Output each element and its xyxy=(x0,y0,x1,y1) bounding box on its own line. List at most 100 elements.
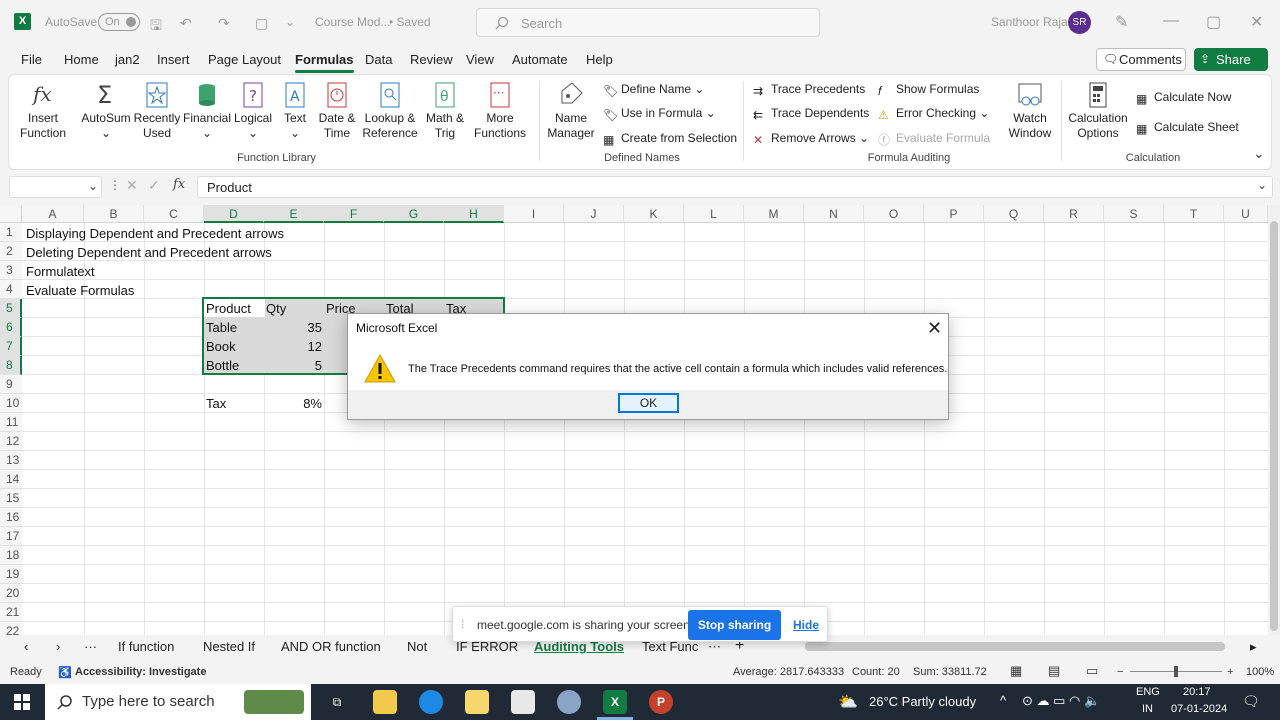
close-icon[interactable]: ✕ xyxy=(927,318,942,339)
windows-start-icon[interactable] xyxy=(14,694,30,710)
row-header[interactable]: 10 xyxy=(0,394,22,413)
more-options-icon[interactable]: ⋮ xyxy=(109,178,121,192)
minimize-icon[interactable]: — xyxy=(1163,12,1179,30)
date-time-button[interactable]: Date & Time xyxy=(315,81,359,141)
spreadsheet-grid[interactable]: ABCDEFGHIJKLMNOPQRSTU 1 2 3 4 5 6 7 8 9 10 11 12 13 1… xyxy=(0,205,1268,635)
formula-input[interactable]: Product xyxy=(197,176,1273,198)
cell-a3[interactable]: Formulatext xyxy=(26,262,95,281)
app-icon[interactable] xyxy=(557,690,581,714)
column-header[interactable]: R xyxy=(1044,205,1104,223)
lookup-reference-button[interactable]: Lookup & Reference xyxy=(359,81,421,141)
zoom-slider-thumb[interactable] xyxy=(1174,666,1178,677)
share-button[interactable]: ⇪ Share xyxy=(1194,48,1268,71)
accessibility-status[interactable]: Accessibility: Investigate xyxy=(75,666,206,678)
logical-button[interactable]: ? Logical ⌄ xyxy=(232,81,274,141)
restore-icon[interactable]: ▢ xyxy=(1206,12,1221,32)
menu-review[interactable]: Review xyxy=(410,52,453,67)
text-button[interactable]: A Text ⌄ xyxy=(277,81,313,141)
calculation-options-button[interactable]: Calculation Options xyxy=(1067,81,1129,141)
row-header[interactable]: 2 xyxy=(0,242,22,261)
row-header[interactable]: 12 xyxy=(0,432,22,451)
sheet-tab-if-function[interactable]: If function xyxy=(118,639,174,654)
column-header[interactable]: O xyxy=(864,205,924,223)
expand-formula-icon[interactable]: ⌄ xyxy=(1257,178,1267,192)
calculate-sheet-button[interactable]: ▦ Calculate Sheet xyxy=(1136,118,1239,136)
avatar[interactable]: SR xyxy=(1068,11,1091,34)
column-header[interactable]: L xyxy=(684,205,744,223)
row-header[interactable]: 21 xyxy=(0,603,22,622)
undo-icon[interactable]: ↶ xyxy=(180,15,192,32)
autosum-button[interactable]: Σ AutoSum ⌄ xyxy=(79,81,133,141)
select-all-corner[interactable] xyxy=(0,205,22,223)
evaluate-formula-button[interactable]: ⓕ Evaluate Formula xyxy=(878,129,990,147)
cancel-icon[interactable]: ✕ xyxy=(126,177,138,194)
row-header[interactable]: 20 xyxy=(0,584,22,603)
row-header[interactable]: 16 xyxy=(0,508,22,527)
menu-insert[interactable]: Insert xyxy=(157,52,190,67)
trace-precedents-button[interactable]: ⇉ Trace Precedents xyxy=(753,80,865,98)
menu-data[interactable]: Data xyxy=(365,52,392,67)
snipping-tool-icon[interactable] xyxy=(511,690,535,714)
next-sheet-icon[interactable]: › xyxy=(56,639,60,654)
row-header[interactable]: 1 xyxy=(0,223,22,242)
redo-icon[interactable]: ↷ xyxy=(218,15,230,32)
row-header[interactable]: 9 xyxy=(0,375,22,394)
column-header[interactable]: K xyxy=(624,205,684,223)
edge-icon[interactable] xyxy=(419,690,443,714)
column-header[interactable]: B xyxy=(84,205,144,223)
qat-customize-icon[interactable]: ⌄ xyxy=(285,15,295,29)
cell-qty[interactable]: 35 xyxy=(265,318,322,337)
trace-dependents-button[interactable]: ⇇ Trace Dependents xyxy=(753,104,869,122)
row-header[interactable]: 13 xyxy=(0,451,22,470)
pen-icon[interactable]: ✎ xyxy=(1115,12,1128,32)
column-header[interactable]: Q xyxy=(984,205,1044,223)
scroll-thumb[interactable] xyxy=(1270,221,1278,631)
powerpoint-taskbar-icon[interactable]: P xyxy=(649,690,673,714)
row-header[interactable]: 15 xyxy=(0,489,22,508)
cell-a1[interactable]: Displaying Dependent and Precedent arrow… xyxy=(26,224,284,243)
sheet-tab-and-or[interactable]: AND OR function xyxy=(281,639,381,654)
document-status[interactable]: • Saved xyxy=(389,15,431,29)
column-header[interactable]: I xyxy=(504,205,564,223)
row-header[interactable]: 17 xyxy=(0,527,22,546)
column-header[interactable]: D xyxy=(204,205,264,223)
column-header[interactable]: S xyxy=(1104,205,1164,223)
menu-formulas[interactable]: Formulas xyxy=(295,52,354,73)
stop-sharing-button[interactable]: Stop sharing xyxy=(688,610,781,640)
file-explorer-icon[interactable] xyxy=(373,690,397,714)
weather-text[interactable]: 26°C Partly cloudy xyxy=(869,694,976,709)
enter-icon[interactable]: ✓ xyxy=(148,177,160,194)
menu-jan2[interactable]: jan2 xyxy=(115,52,140,67)
cell-qty[interactable]: 12 xyxy=(265,337,322,356)
cell-tax-value[interactable]: 8% xyxy=(265,394,322,413)
autosave-toggle[interactable]: On xyxy=(98,13,140,31)
row-header[interactable]: 8 xyxy=(0,356,22,375)
menu-help[interactable]: Help xyxy=(586,52,613,67)
search-box[interactable]: Search xyxy=(476,8,820,37)
language-2[interactable]: IN xyxy=(1142,703,1153,715)
header-qty[interactable]: Qty xyxy=(266,299,286,318)
tray-icons[interactable]: ⊙ ☁ ▭ ◠ 🔈 xyxy=(1022,693,1100,709)
use-in-formula-button[interactable]: 🏷 Use in Formula ⌄ xyxy=(603,104,716,122)
error-checking-button[interactable]: ⚠ Error Checking ⌄ xyxy=(878,104,989,122)
calculate-now-button[interactable]: ▦ Calculate Now xyxy=(1136,88,1231,106)
prev-sheet-icon[interactable]: ‹ xyxy=(24,639,28,654)
menu-file[interactable]: File xyxy=(21,52,42,67)
more-sheets-icon[interactable]: ··· xyxy=(84,639,97,654)
zoom-out-icon[interactable]: − xyxy=(1117,666,1123,678)
column-header[interactable]: J xyxy=(564,205,624,223)
row-header[interactable]: 7 xyxy=(0,337,22,356)
column-header[interactable]: A xyxy=(22,205,84,223)
horizontal-scrollbar[interactable] xyxy=(805,642,1225,651)
insert-function-button[interactable]: fx Insert Function xyxy=(15,81,71,141)
financial-button[interactable]: Financial ⌄ xyxy=(183,81,231,141)
column-header[interactable]: U xyxy=(1224,205,1268,223)
normal-view-icon[interactable]: ▦ xyxy=(1010,663,1022,679)
excel-taskbar-icon[interactable]: X xyxy=(603,690,627,714)
ok-button[interactable]: OK xyxy=(618,393,679,413)
close-window-icon[interactable]: ✕ xyxy=(1250,12,1263,32)
scroll-right-icon[interactable]: ▸ xyxy=(1250,639,1257,655)
menu-automate[interactable]: Automate xyxy=(512,52,568,67)
row-header[interactable]: 6 xyxy=(0,318,22,337)
show-formulas-button[interactable]: 𝑓 Show Formulas xyxy=(878,80,979,98)
